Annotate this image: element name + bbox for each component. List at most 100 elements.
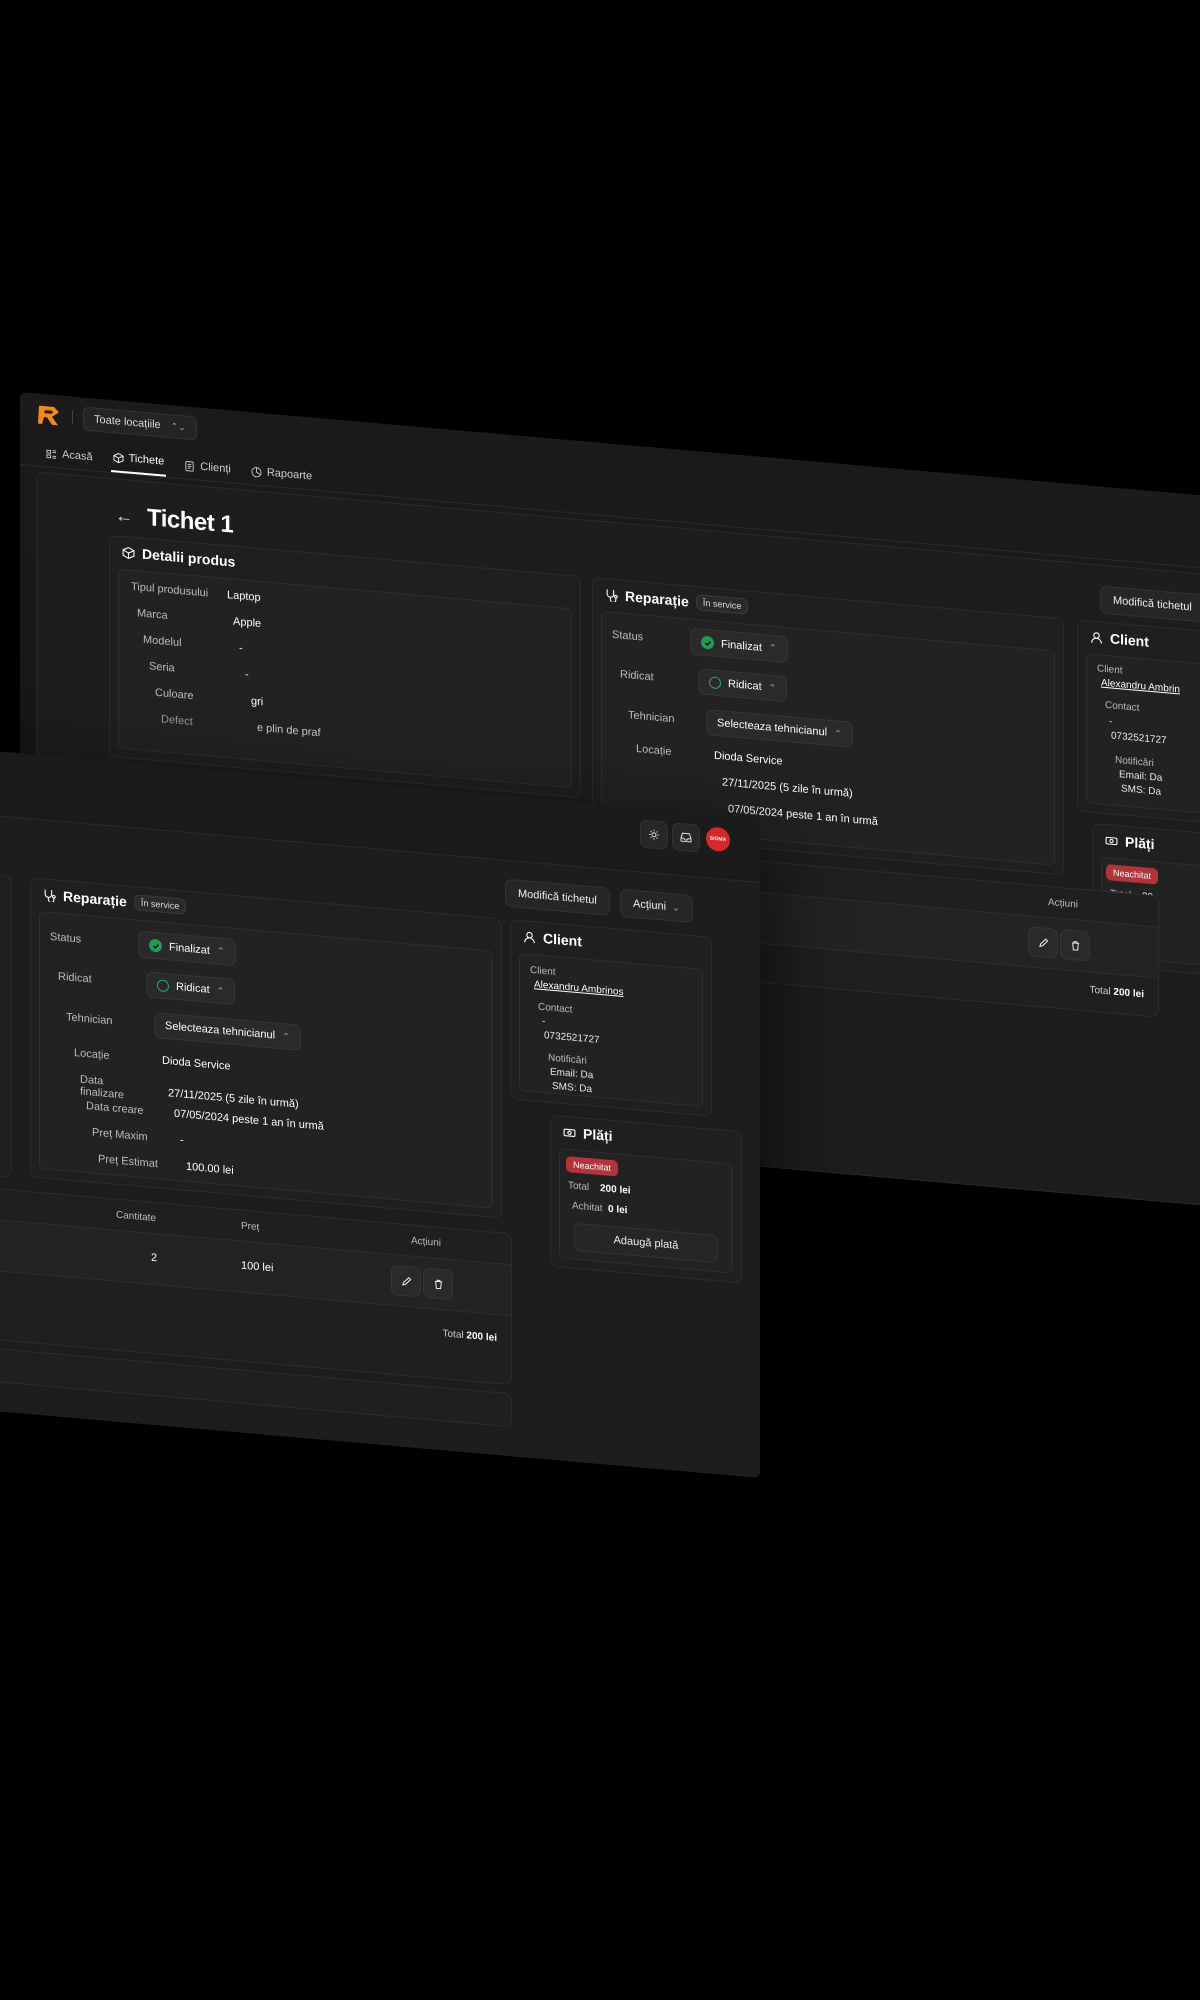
picked-select[interactable]: Ridicat ⌃ [146,971,236,1006]
chevron-updown-icon: ⌃⌄ [170,420,186,433]
notif-sms: SMS: Da [552,1080,593,1096]
stethoscope-icon [44,888,56,902]
column-header-price: Preț [241,1220,260,1234]
delete-row-button[interactable] [1060,928,1090,962]
table-total: Total 200 lei [443,1328,498,1344]
card-title: Client [1110,630,1149,650]
paid-value: 0 lei [608,1203,628,1217]
document-icon [185,460,194,472]
notifications-label: Notificări [1115,754,1154,770]
client-fields: Client Alexandru Ambrinos Contact - 0732… [519,952,703,1108]
field-value: - [239,642,243,655]
nav-item-rapoarte[interactable]: Rapoarte [249,465,314,490]
avatar-text: SIGMA [709,835,727,844]
location-select-label: Toate locațiile [94,413,161,432]
edit-ticket-button[interactable]: Modifică tichetul [1100,585,1200,623]
nav-item-label: Tichete [128,452,165,468]
field-label: Culoare [155,686,194,703]
location-row: Locație Dioda Service [636,743,782,768]
column-header-quantity: Cantitate [116,1209,157,1225]
inbox-button[interactable] [672,822,700,853]
status-select[interactable]: Finalizat ⌃ [138,930,236,967]
status-row: Status Finalizat ⌃ [612,621,788,664]
trash-icon [434,1279,442,1289]
picked-select[interactable]: Ridicat ⌃ [698,668,788,703]
payments-card: Plăți Neachitat Total 200 lei Achitat 0 … [550,1114,742,1284]
user-avatar[interactable]: SIGMA [706,826,730,853]
money-icon [1105,836,1118,845]
field-value: Dioda Service [714,749,783,768]
notifications-label: Notificări [548,1052,587,1067]
location-select[interactable]: Toate locațiile ⌃⌄ [83,406,197,441]
field-row: Tipul produsului Laptop [131,581,261,604]
notif-email: Email: Da [1119,769,1163,784]
home-icon [46,449,57,459]
back-arrow-icon[interactable]: ← [115,505,133,528]
repair-fields: Status Finalizat ⌃ Ridicat Ridicat ⌃ Teh… [39,910,493,1209]
payment-status-badge: Neachitat [1106,864,1159,885]
status-select[interactable]: Finalizat ⌃ [690,627,788,664]
field-row: Modelul - [143,634,243,655]
money-icon [563,1128,576,1137]
field-value: 27/11/2025 (5 zile în urmă) [168,1087,299,1111]
field-value: - [180,1134,184,1147]
actions-button[interactable]: Acțiuni ⌄ [620,888,693,924]
field-value: 27/11/2025 (5 zile în urmă) [722,776,853,800]
client-card: Client Client Alexandru Ambrin Contact -… [1077,619,1200,835]
client-name-link[interactable]: Alexandru Ambrinos [534,979,624,998]
payments-fields: Neachitat Total 200 lei Achitat 0 lei Ad… [559,1148,733,1274]
chart-icon [251,466,262,477]
status-value: Finalizat [169,940,210,957]
edit-row-button[interactable] [1028,926,1058,959]
field-value: Apple [233,615,262,631]
field-row: Culoare gri [155,687,263,708]
field-label: Tipul produsului [131,580,209,600]
box-icon [122,546,135,559]
nav-item-label: Acasă [62,448,93,464]
picked-row: Ridicat Ridicat ⌃ [58,964,236,1006]
add-payment-button[interactable]: Adaugă plată [574,1222,718,1264]
total-label: Total [568,1180,590,1194]
chevron-down-icon: ⌄ [672,901,680,913]
technician-select[interactable]: Selecteaza tehnicianul ⌃ [154,1011,301,1051]
product-details-card [0,869,12,1178]
card-title: Reparație [63,888,127,910]
field-label: Status [612,628,644,644]
field-row: Marca Apple [137,607,261,630]
edit-ticket-button[interactable]: Modifică tichetul [505,878,610,916]
client-name-link[interactable]: Alexandru Ambrin [1101,678,1180,696]
table-total-value: 200 lei [1113,986,1144,1001]
chevron-updown-icon: ⌃ [834,727,842,739]
chevron-updown-icon: ⌃ [216,984,225,996]
field-label: Modelul [143,633,182,650]
settings-button[interactable] [640,819,668,850]
delete-row-button[interactable] [423,1267,453,1301]
front-app-window: SIGMA Modifică tichetul Acțiuni ⌄ Repara… [0,748,760,1478]
nav-item-tichete[interactable]: Tichete [110,450,167,477]
chevron-updown-icon: ⌃ [282,1030,290,1042]
check-circle-icon [149,938,162,953]
card-title: Client [543,930,582,950]
max-price-row: Preț Maxim - [92,1127,184,1147]
pencil-icon [1038,937,1048,947]
row-price: 100 lei [241,1259,274,1275]
field-value: - [245,668,249,682]
user-icon [1091,631,1102,644]
contact-phone: 0732521727 [544,1030,600,1046]
technician-select[interactable]: Selecteaza tehnicianul ⌃ [706,709,853,748]
contact-dash: - [542,1015,546,1028]
card-title: Plăți [583,1125,613,1145]
field-label: Marca [137,607,168,622]
field-label: Ridicat [620,668,654,684]
contact-phone: 0732521727 [1111,730,1167,747]
nav-item-clienti[interactable]: Clienți [182,459,233,482]
chevron-updown-icon: ⌃ [768,681,777,693]
field-value: 100.00 lei [186,1160,234,1177]
nav-item-acasa[interactable]: Acasă [44,447,95,470]
repair-status-badge: În service [133,894,187,915]
total-value: 200 lei [600,1182,631,1197]
edit-row-button[interactable] [391,1264,421,1298]
card-title: Detalii produs [142,545,236,570]
field-label: Preț Estimat [98,1153,158,1171]
field-value: Dioda Service [162,1054,231,1073]
